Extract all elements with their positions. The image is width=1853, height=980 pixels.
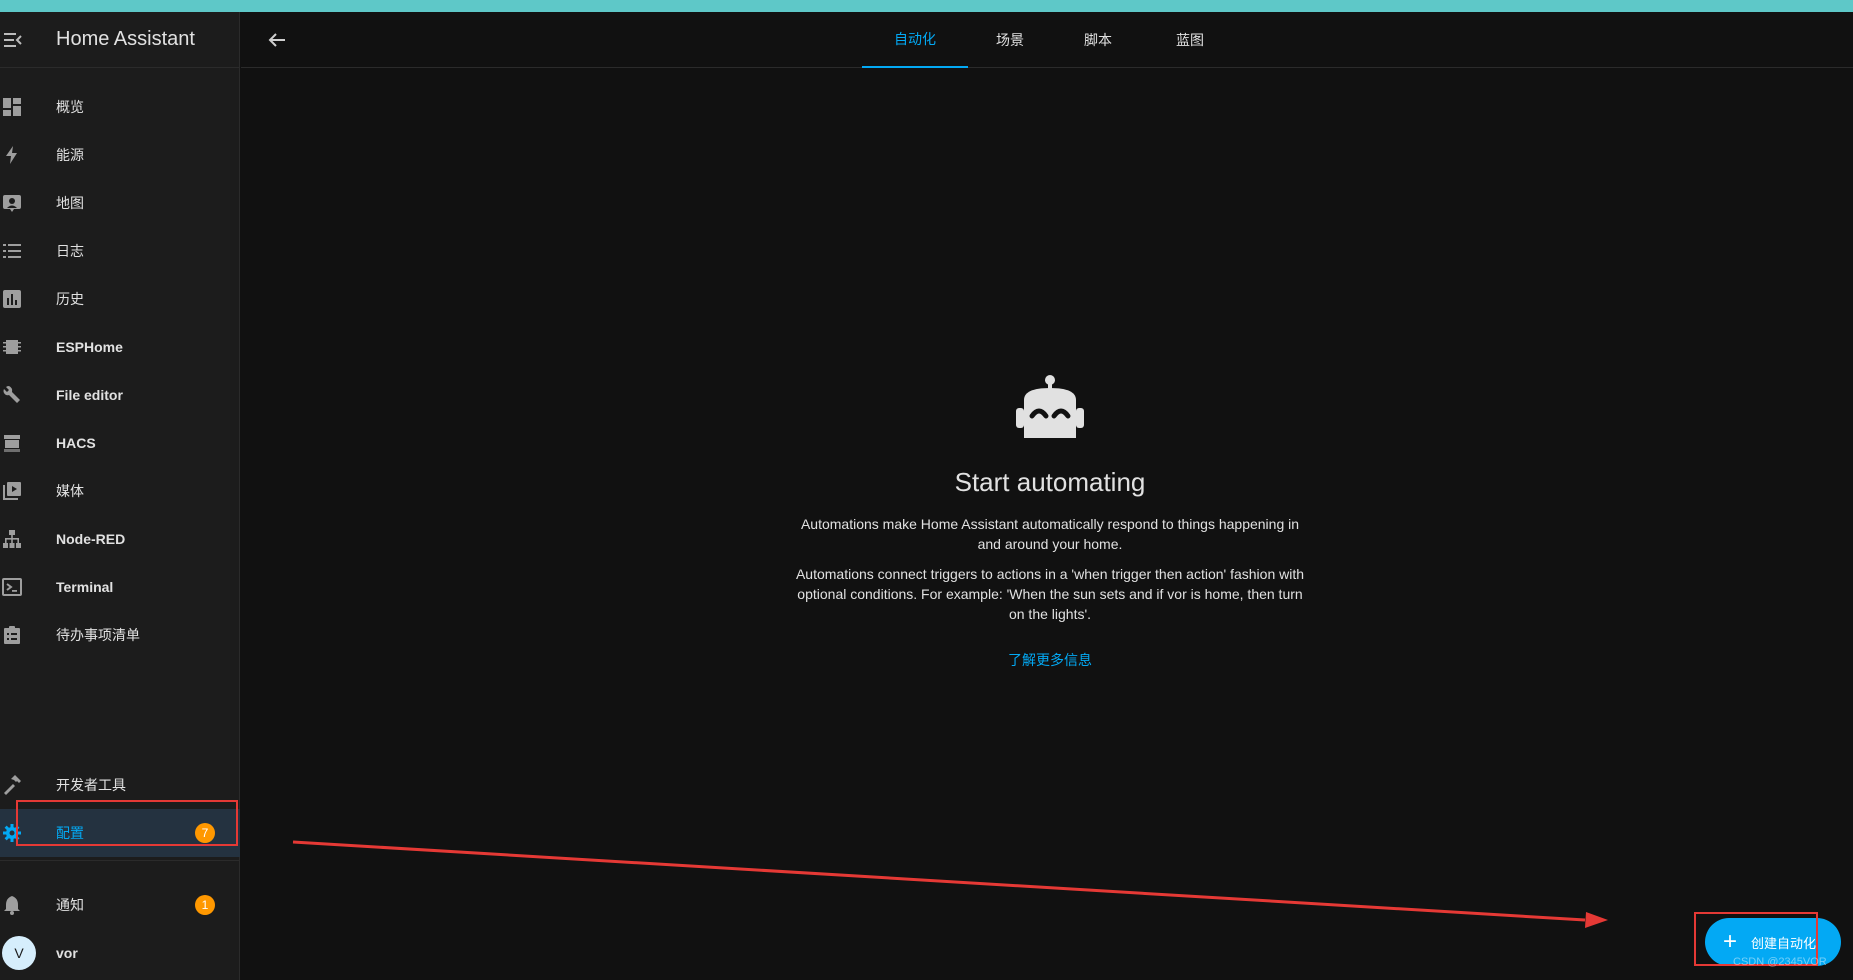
- tab-scripts[interactable]: 脚本: [1052, 12, 1144, 68]
- empty-state-example: Automations connect triggers to actions …: [795, 566, 1305, 622]
- sidebar-item-todo[interactable]: 待办事项清单: [0, 611, 240, 659]
- sidebar-item-label: 媒体: [56, 483, 84, 499]
- sidebar-item-label: 日志: [56, 243, 84, 259]
- browser-bookmark-strip: [0, 0, 1853, 12]
- empty-state: Start automating Automations make Home A…: [790, 372, 1310, 670]
- sidebar-item-label: 地图: [56, 195, 84, 211]
- list-icon: [0, 227, 56, 275]
- lightning-icon: [0, 131, 56, 179]
- empty-state-title: Start automating: [954, 467, 1146, 497]
- chip-icon: [0, 323, 56, 371]
- sidebar-item-label: 开发者工具: [56, 777, 126, 793]
- sidebar-item-file-editor[interactable]: File editor: [0, 371, 240, 419]
- sidebar-item-label: Terminal: [56, 579, 114, 595]
- sidebar-item-label: 能源: [56, 147, 84, 163]
- sidebar-item-terminal[interactable]: Terminal: [0, 563, 240, 611]
- learn-more-link[interactable]: 了解更多信息: [1008, 650, 1092, 670]
- menu-collapse-icon[interactable]: [0, 12, 56, 68]
- sidebar-item-label: 历史: [56, 291, 84, 307]
- tab-scenes[interactable]: 场景: [968, 12, 1052, 68]
- top-toolbar: 自动化 场景 脚本 蓝图: [241, 12, 1853, 68]
- avatar: V: [2, 936, 36, 970]
- back-arrow-icon[interactable]: [263, 26, 291, 54]
- user-name: vor: [56, 945, 78, 961]
- map-icon: [0, 179, 56, 227]
- sidebar-item-label: File editor: [56, 387, 123, 403]
- app-title: Home Assistant: [56, 28, 195, 50]
- dashboard-icon: [0, 83, 56, 131]
- sidebar-item-map[interactable]: 地图: [0, 179, 240, 227]
- sidebar-item-hacs[interactable]: HACS: [0, 419, 240, 467]
- notification-badge: 1: [195, 895, 215, 915]
- sidebar-item-energy[interactable]: 能源: [0, 131, 240, 179]
- robot-icon: [790, 372, 1310, 449]
- wrench-icon: [0, 371, 56, 419]
- tab-automations[interactable]: 自动化: [862, 12, 968, 68]
- sidebar-item-label: 待办事项清单: [56, 627, 140, 643]
- sidebar-item-label: Node-RED: [56, 531, 126, 547]
- clipboard-icon: [0, 611, 56, 659]
- sidebar-item-label: 概览: [56, 99, 84, 115]
- sidebar-header: Home Assistant: [0, 12, 239, 68]
- sidebar-item-notifications[interactable]: 通知 1: [0, 881, 240, 929]
- sitemap-icon: [0, 515, 56, 563]
- sidebar-item-history[interactable]: 历史: [0, 275, 240, 323]
- tab-blueprints[interactable]: 蓝图: [1144, 12, 1236, 68]
- media-icon: [0, 467, 56, 515]
- store-icon: [0, 419, 56, 467]
- empty-state-description: Automations make Home Assistant automati…: [800, 516, 1300, 552]
- sidebar-divider: [0, 860, 240, 861]
- sidebar-item-node-red[interactable]: Node-RED: [0, 515, 240, 563]
- sidebar-item-logbook[interactable]: 日志: [0, 227, 240, 275]
- bell-icon: [0, 881, 56, 929]
- sidebar-item-esphome[interactable]: ESPHome: [0, 323, 240, 371]
- annotation-box-config: [16, 800, 238, 846]
- sidebar-item-overview[interactable]: 概览: [0, 83, 240, 131]
- sidebar-item-label: 通知: [56, 897, 84, 913]
- sidebar-item-label: HACS: [56, 435, 96, 451]
- chart-icon: [0, 275, 56, 323]
- sidebar-item-label: ESPHome: [56, 339, 123, 355]
- sidebar-item-user[interactable]: V vor: [0, 929, 240, 977]
- sidebar-item-media[interactable]: 媒体: [0, 467, 240, 515]
- watermark-text: CSDN @2345VOR: [1733, 956, 1827, 968]
- user-avatar-wrap: V: [0, 929, 56, 977]
- terminal-icon: [0, 563, 56, 611]
